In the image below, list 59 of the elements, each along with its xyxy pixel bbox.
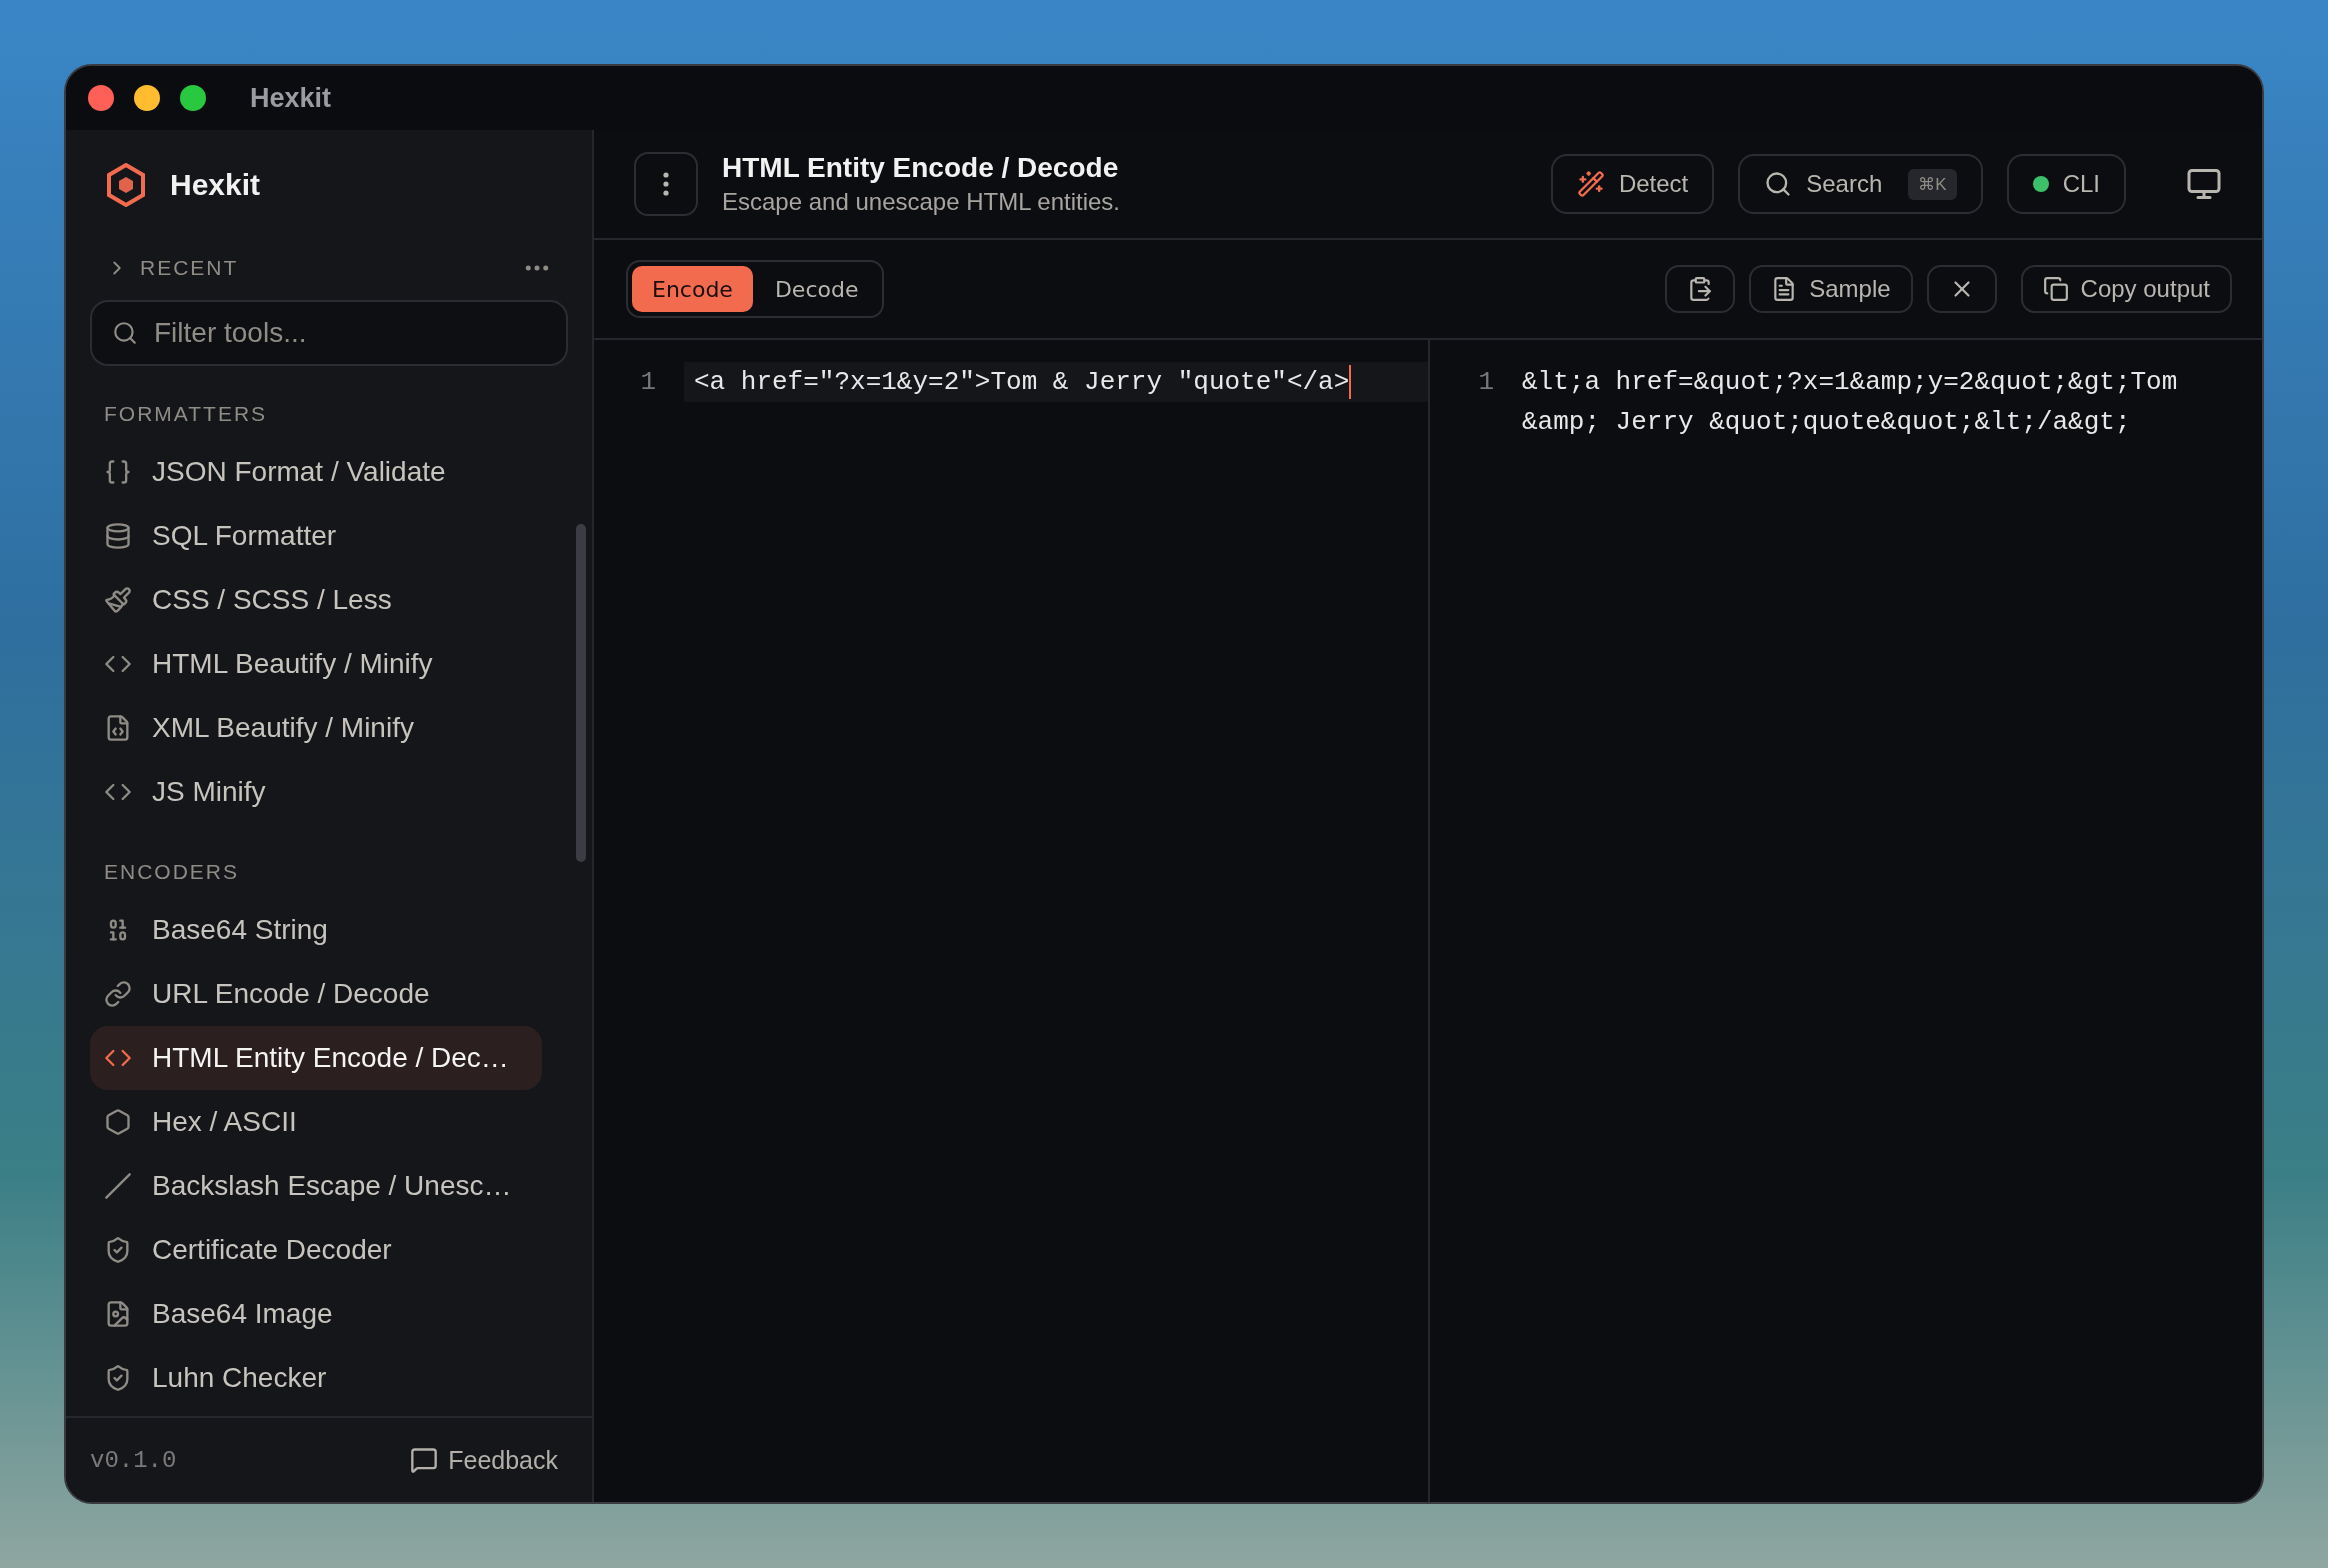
sidebar-item[interactable]: HTML Entity Encode / Dec… — [90, 1026, 542, 1090]
recent-toggle[interactable]: RECENT — [106, 256, 239, 280]
search-button[interactable]: Search ⌘K — [1738, 154, 1983, 214]
hexagon-icon — [104, 1108, 132, 1136]
shortcut-badge: ⌘K — [1908, 168, 1957, 200]
detect-button[interactable]: Detect — [1550, 154, 1715, 214]
sidebar-item[interactable]: Base64 Image — [90, 1282, 542, 1346]
sidebar-item[interactable]: HTML Beautify / Minify — [90, 632, 542, 696]
section-title: FORMATTERS — [103, 401, 269, 427]
monitor-icon — [2186, 166, 2222, 202]
magic-wand-icon — [1576, 170, 1605, 198]
sidebar-item[interactable]: XML Beautify / Minify — [90, 696, 542, 760]
paste-button[interactable] — [1665, 265, 1736, 313]
filter-field[interactable]: Filter tools... — [90, 300, 568, 366]
monitor-button[interactable] — [2186, 166, 2222, 202]
slash-icon — [104, 1172, 132, 1200]
database-icon — [104, 522, 132, 550]
mode-tab[interactable]: Encode — [632, 266, 753, 312]
sidebar-item[interactable]: Luhn Checker — [90, 1346, 542, 1410]
tool-subtitle: Escape and unescape HTML entities. — [722, 188, 1121, 216]
sidebar-item[interactable]: Base64 String — [90, 898, 542, 962]
sidebar-item[interactable]: Backslash Escape / Unesc… — [90, 1154, 542, 1218]
window-title: Hexkit — [250, 82, 332, 114]
menu-icon — [663, 172, 669, 196]
section-title: ENCODERS — [103, 859, 241, 885]
zoom-button[interactable] — [180, 85, 206, 111]
braces-icon — [104, 458, 132, 486]
line-number: 1 — [639, 366, 657, 399]
copy-icon — [2042, 276, 2069, 302]
link-icon — [104, 980, 132, 1008]
feedback-button[interactable]: Feedback — [404, 1444, 564, 1476]
copy-output-button[interactable]: Copy output — [2020, 265, 2232, 313]
sidebar-item[interactable]: JSON Format / Validate — [90, 440, 542, 504]
message-icon — [410, 1446, 439, 1474]
output-code: &lt;a href=&quot;?x=1&amp;y=2&quot;&gt;Tom &amp; Jerry &quot;quote&quot;&lt;/a&gt; — [1522, 366, 2179, 439]
hexagon-logo-icon — [106, 163, 146, 207]
version-label: v0.1.0 — [90, 1446, 177, 1474]
filter-input[interactable]: Filter tools... — [152, 316, 546, 350]
clipboard-icon — [1687, 276, 1714, 302]
tool-title: HTML Entity Encode / Decode — [722, 152, 1120, 184]
sidebar-item[interactable]: Certificate Decoder — [90, 1218, 542, 1282]
close-button[interactable] — [88, 85, 114, 111]
app-name: Hexkit — [170, 168, 261, 202]
mode-tab[interactable]: Decode — [754, 266, 879, 312]
sidebar-item[interactable]: URL Encode / Decode — [90, 962, 542, 1026]
clear-button[interactable] — [1926, 265, 1997, 313]
sidebar-item[interactable]: Hex / ASCII — [90, 1090, 542, 1154]
cli-button[interactable]: CLI — [2006, 154, 2126, 214]
line-number: 1 — [1477, 366, 1495, 399]
sidebar-item[interactable]: SQL Formatter — [90, 504, 542, 568]
paintbrush-icon — [104, 586, 132, 614]
minimize-button[interactable] — [134, 85, 160, 111]
sidebar-item[interactable]: JS Minify — [90, 760, 542, 824]
scrollbar[interactable] — [576, 524, 586, 862]
search-icon — [1764, 170, 1793, 198]
sidebar-item[interactable]: CSS / SCSS / Less — [90, 568, 542, 632]
text-cursor — [1349, 365, 1352, 399]
search-icon — [112, 320, 138, 346]
sample-button[interactable]: Sample — [1749, 265, 1913, 313]
